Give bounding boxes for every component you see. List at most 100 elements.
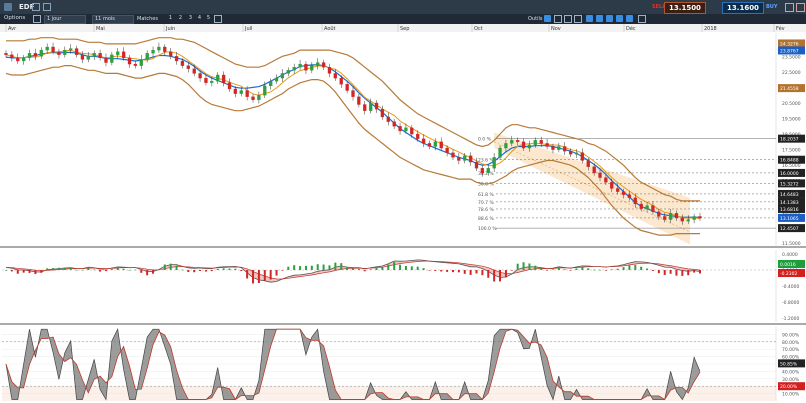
macd-bar-109 (646, 268, 649, 270)
macd-bar-79 (469, 270, 472, 275)
fib-level-label-6: 78.6 % (478, 207, 494, 213)
macd-bar-114 (675, 270, 678, 276)
macd-bar-74 (440, 270, 443, 272)
candle-27 (163, 46, 167, 52)
macd-bar-23 (140, 270, 143, 273)
macd-bar-101 (599, 269, 602, 271)
fib-price-tag-text-0: 18.2037 (780, 137, 799, 143)
macd-bar-17 (104, 270, 107, 272)
sell-price-button[interactable]: 13.1500 (664, 2, 706, 14)
macd-bar-67 (399, 264, 402, 270)
crosshair-icon[interactable] (544, 15, 551, 22)
interval-select[interactable]: 1 jour (44, 15, 86, 24)
preset-3[interactable]: 3 (187, 15, 194, 22)
candle-19 (116, 51, 120, 55)
settings-icon[interactable] (33, 15, 41, 23)
macd-bar-65 (387, 264, 390, 270)
candle-102 (604, 177, 608, 183)
zoom-icon[interactable] (616, 15, 623, 22)
fullscreen-icon[interactable] (638, 15, 646, 23)
link-icon[interactable] (43, 3, 51, 11)
candle-100 (592, 166, 596, 174)
preset-5[interactable]: 5 (205, 15, 212, 22)
candle-106 (627, 194, 632, 198)
macd-bar-2 (16, 270, 19, 274)
indicator-icon[interactable] (554, 15, 562, 23)
price-tick-2: 22.5000 (782, 70, 801, 76)
macd-tick-0: 0.4000 (782, 252, 798, 258)
candle-29 (174, 56, 179, 62)
candle-45 (269, 81, 273, 87)
macd-bar-62 (369, 269, 372, 270)
candle-57 (339, 77, 343, 85)
candle-50 (298, 63, 302, 68)
candle-99 (586, 160, 590, 167)
macd-bar-26 (157, 269, 160, 270)
candle-90 (533, 140, 537, 146)
preset-1[interactable]: 1 (167, 15, 174, 22)
candle-98 (580, 152, 585, 161)
month-label-2: Juin (165, 26, 175, 32)
candle-111 (657, 211, 661, 217)
month-label-5: Sep (400, 26, 409, 32)
preset-4[interactable]: 4 (196, 15, 203, 22)
candle-105 (621, 191, 626, 195)
candle-75 (445, 147, 449, 153)
fib-price-tag-text-5: 14.1383 (780, 200, 799, 206)
candle-66 (392, 121, 396, 127)
macd-bar-19 (116, 267, 119, 270)
candle-109 (645, 205, 649, 209)
buy-price-button[interactable]: 13.1600 (722, 2, 764, 14)
macd-bar-66 (393, 262, 396, 270)
preset-2[interactable]: 2 (177, 15, 184, 22)
candle-3 (21, 57, 26, 62)
candle-72 (427, 143, 432, 147)
text-icon[interactable] (574, 15, 582, 23)
candle-16 (98, 53, 102, 59)
period-select[interactable]: 11 mois (92, 15, 134, 24)
macd-bar-12 (75, 269, 78, 271)
stoch-tag-text-1: 20.00% (780, 384, 798, 390)
refresh-icon[interactable] (214, 15, 222, 23)
macd-bar-20 (122, 268, 125, 270)
macd-bar-45 (269, 270, 272, 280)
candle-94 (557, 146, 561, 150)
tools-menu[interactable]: Outils (528, 16, 542, 22)
candle-73 (433, 141, 437, 147)
draw-line-icon[interactable] (564, 15, 572, 23)
macd-bar-89 (528, 263, 531, 270)
stoch-tick-2: 70.00% (782, 347, 800, 353)
candle-25 (151, 49, 155, 54)
candle-70 (416, 133, 420, 139)
restore-icon[interactable] (785, 3, 794, 12)
macd-bar-3 (22, 270, 25, 273)
candle-9 (57, 51, 61, 55)
channel-icon[interactable] (596, 15, 603, 22)
candle-61 (363, 104, 367, 111)
chart-area[interactable]: AvrMaiJuinJuilAoûtSepOctNovDéc2018Fév 24… (0, 24, 806, 403)
macd-bar-4 (28, 270, 31, 273)
macd-bar-96 (569, 270, 572, 271)
macd-bar-78 (463, 270, 466, 274)
fib-level-label-7: 88.6 % (478, 216, 494, 222)
trend-icon[interactable] (606, 15, 613, 22)
stoch-tick-5: 40.00% (782, 369, 800, 375)
macd-bar-18 (110, 269, 113, 270)
fibonacci-icon[interactable] (586, 15, 593, 22)
candle-104 (616, 188, 620, 192)
options-menu[interactable]: Options (4, 15, 25, 21)
macd-bar-0 (5, 270, 7, 271)
candle-35 (210, 81, 214, 83)
macd-bar-83 (493, 270, 496, 282)
macd-bar-95 (563, 269, 566, 270)
candle-26 (157, 46, 161, 51)
copy-icon[interactable] (32, 3, 40, 11)
macd-bar-13 (81, 269, 84, 271)
candle-44 (263, 85, 267, 96)
candle-8 (51, 46, 55, 52)
macd-bar-36 (216, 268, 219, 270)
price-tick-7: 17.5000 (782, 148, 801, 154)
candle-38 (227, 82, 232, 90)
close-icon[interactable] (796, 3, 805, 12)
camera-icon[interactable] (626, 15, 633, 22)
